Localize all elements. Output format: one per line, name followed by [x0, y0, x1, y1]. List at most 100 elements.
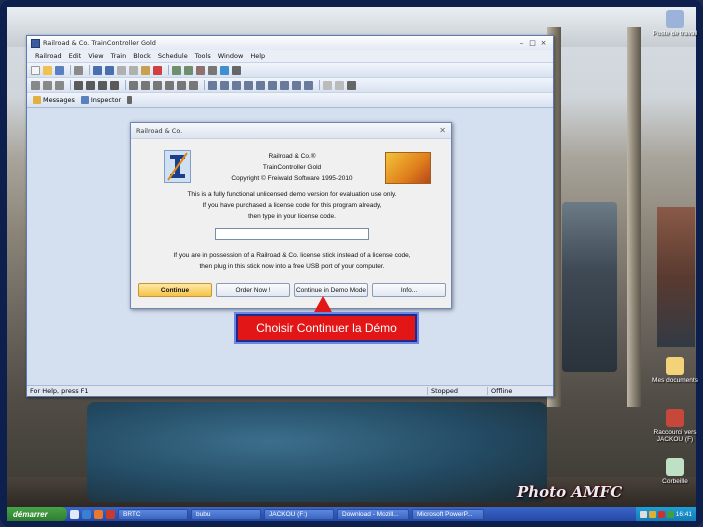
messages-icon: [33, 96, 41, 104]
tab-messages[interactable]: Messages: [33, 96, 75, 104]
tool-icon[interactable]: [74, 80, 83, 90]
tab-label: Inspector: [90, 96, 122, 104]
redo-icon[interactable]: [105, 65, 114, 75]
menu-window[interactable]: Window: [218, 52, 244, 60]
tool-icon[interactable]: [244, 80, 253, 90]
new-icon[interactable]: [31, 65, 40, 75]
continue-button[interactable]: Continue: [138, 283, 212, 297]
tabs-overflow-icon[interactable]: [127, 96, 133, 104]
tool-icon[interactable]: [153, 80, 162, 90]
tool-icon[interactable]: [172, 65, 181, 75]
tray-icon[interactable]: [648, 510, 656, 518]
start-button[interactable]: démarrer: [7, 507, 67, 521]
cut-icon[interactable]: [117, 65, 126, 75]
desktop-icon-my-computer[interactable]: Poste de travail: [648, 10, 702, 37]
app-title: Railroad & Co. TrainController Gold: [43, 39, 156, 47]
tool-icon[interactable]: [208, 65, 217, 75]
tool-icon[interactable]: [165, 80, 174, 90]
clock[interactable]: 16:41: [676, 511, 692, 518]
tool-icon[interactable]: [196, 65, 205, 75]
menu-edit[interactable]: Edit: [69, 52, 82, 60]
dialog-stick-line2: then plug in this stick now into a free …: [199, 263, 385, 270]
menu-help[interactable]: Help: [250, 52, 265, 60]
tool-icon[interactable]: [55, 80, 64, 90]
photo-watermark: Photo AMFC: [517, 483, 623, 501]
taskbar-item[interactable]: Microsoft PowerP...: [412, 508, 484, 520]
license-code-input[interactable]: [215, 228, 369, 240]
minimize-icon[interactable]: –: [516, 39, 527, 47]
print-icon[interactable]: [74, 65, 83, 75]
computer-icon: [666, 10, 684, 28]
tool-icon[interactable]: [129, 80, 138, 90]
taskbar-item[interactable]: Download - Mozill...: [337, 508, 409, 520]
menu-view[interactable]: View: [88, 52, 103, 60]
callout-arrow: [313, 296, 333, 314]
taskbar-item[interactable]: BRTC: [118, 508, 188, 520]
taskbar: démarrer BRTC bubu JACKOU (F:) Download …: [7, 507, 696, 521]
tool-icon[interactable]: [268, 80, 277, 90]
toolbar-overflow-icon[interactable]: [232, 65, 241, 75]
status-state: Stopped: [427, 387, 487, 395]
save-icon[interactable]: [55, 65, 64, 75]
order-now-button[interactable]: Order Now !: [216, 283, 290, 297]
open-icon[interactable]: [43, 65, 52, 75]
copy-icon[interactable]: [129, 65, 138, 75]
paste-icon[interactable]: [141, 65, 150, 75]
status-bar: For Help, press F1 Stopped Offline: [27, 385, 553, 396]
tool-icon[interactable]: [31, 80, 40, 90]
menu-schedule[interactable]: Schedule: [158, 52, 188, 60]
menu-train[interactable]: Train: [111, 52, 127, 60]
tool-icon[interactable]: [98, 80, 107, 90]
folder-icon: [666, 357, 684, 375]
menu-railroad[interactable]: Railroad: [35, 52, 62, 60]
tool-icon[interactable]: [323, 80, 332, 90]
tab-label: Messages: [43, 96, 75, 104]
tool-icon[interactable]: [208, 80, 217, 90]
tray-icon[interactable]: [639, 510, 647, 518]
undo-icon[interactable]: [93, 65, 102, 75]
tool-icon[interactable]: [141, 80, 150, 90]
info-button[interactable]: Info...: [372, 283, 446, 297]
tool-icon[interactable]: [304, 80, 313, 90]
quicklaunch-icon[interactable]: [106, 509, 115, 519]
delete-icon[interactable]: [153, 65, 162, 75]
dialog-product-line1: Railroad & Co.®: [268, 153, 316, 160]
tool-icon[interactable]: [110, 80, 119, 90]
taskbar-item[interactable]: bubu: [191, 508, 261, 520]
tool-icon[interactable]: [177, 80, 186, 90]
tool-icon[interactable]: [184, 65, 193, 75]
tool-icon[interactable]: [280, 80, 289, 90]
photo-pillar: [627, 27, 641, 407]
quicklaunch-icon[interactable]: [70, 509, 79, 519]
tray-icon[interactable]: [666, 510, 674, 518]
toolbar-separator: [168, 65, 169, 75]
close-icon[interactable]: ✕: [439, 126, 446, 135]
toolbar-separator: [319, 80, 320, 90]
recycle-bin-icon: [666, 458, 684, 476]
desktop-icon-my-documents[interactable]: Mes documents: [648, 357, 702, 384]
desktop-icon-jackou[interactable]: Raccourci vers JACKOU (F): [648, 409, 702, 443]
quicklaunch-icon[interactable]: [82, 509, 91, 519]
close-icon[interactable]: ×: [538, 39, 549, 47]
tool-icon[interactable]: [256, 80, 265, 90]
main-toolbar: [27, 62, 553, 77]
tool-icon[interactable]: [220, 80, 229, 90]
tool-icon[interactable]: [43, 80, 52, 90]
quicklaunch-icon[interactable]: [94, 509, 103, 519]
tab-inspector[interactable]: Inspector: [80, 96, 122, 104]
toolbar-overflow-icon[interactable]: [347, 80, 356, 90]
menu-tools[interactable]: Tools: [195, 52, 211, 60]
desktop-icon-recycle-bin[interactable]: Corbeille: [648, 458, 702, 485]
tool-icon[interactable]: [189, 80, 198, 90]
tool-icon[interactable]: [292, 80, 301, 90]
tool-icon[interactable]: [86, 80, 95, 90]
taskbar-item[interactable]: JACKOU (F:): [264, 508, 334, 520]
tool-icon[interactable]: [335, 80, 344, 90]
tray-icon[interactable]: [657, 510, 665, 518]
desktop-icon-label: Raccourci vers JACKOU (F): [653, 429, 697, 443]
maximize-icon[interactable]: □: [527, 39, 538, 47]
continue-demo-button[interactable]: Continue in Demo Mode: [294, 283, 368, 297]
menu-block[interactable]: Block: [133, 52, 151, 60]
tool-icon[interactable]: [232, 80, 241, 90]
globe-icon[interactable]: [220, 65, 229, 75]
